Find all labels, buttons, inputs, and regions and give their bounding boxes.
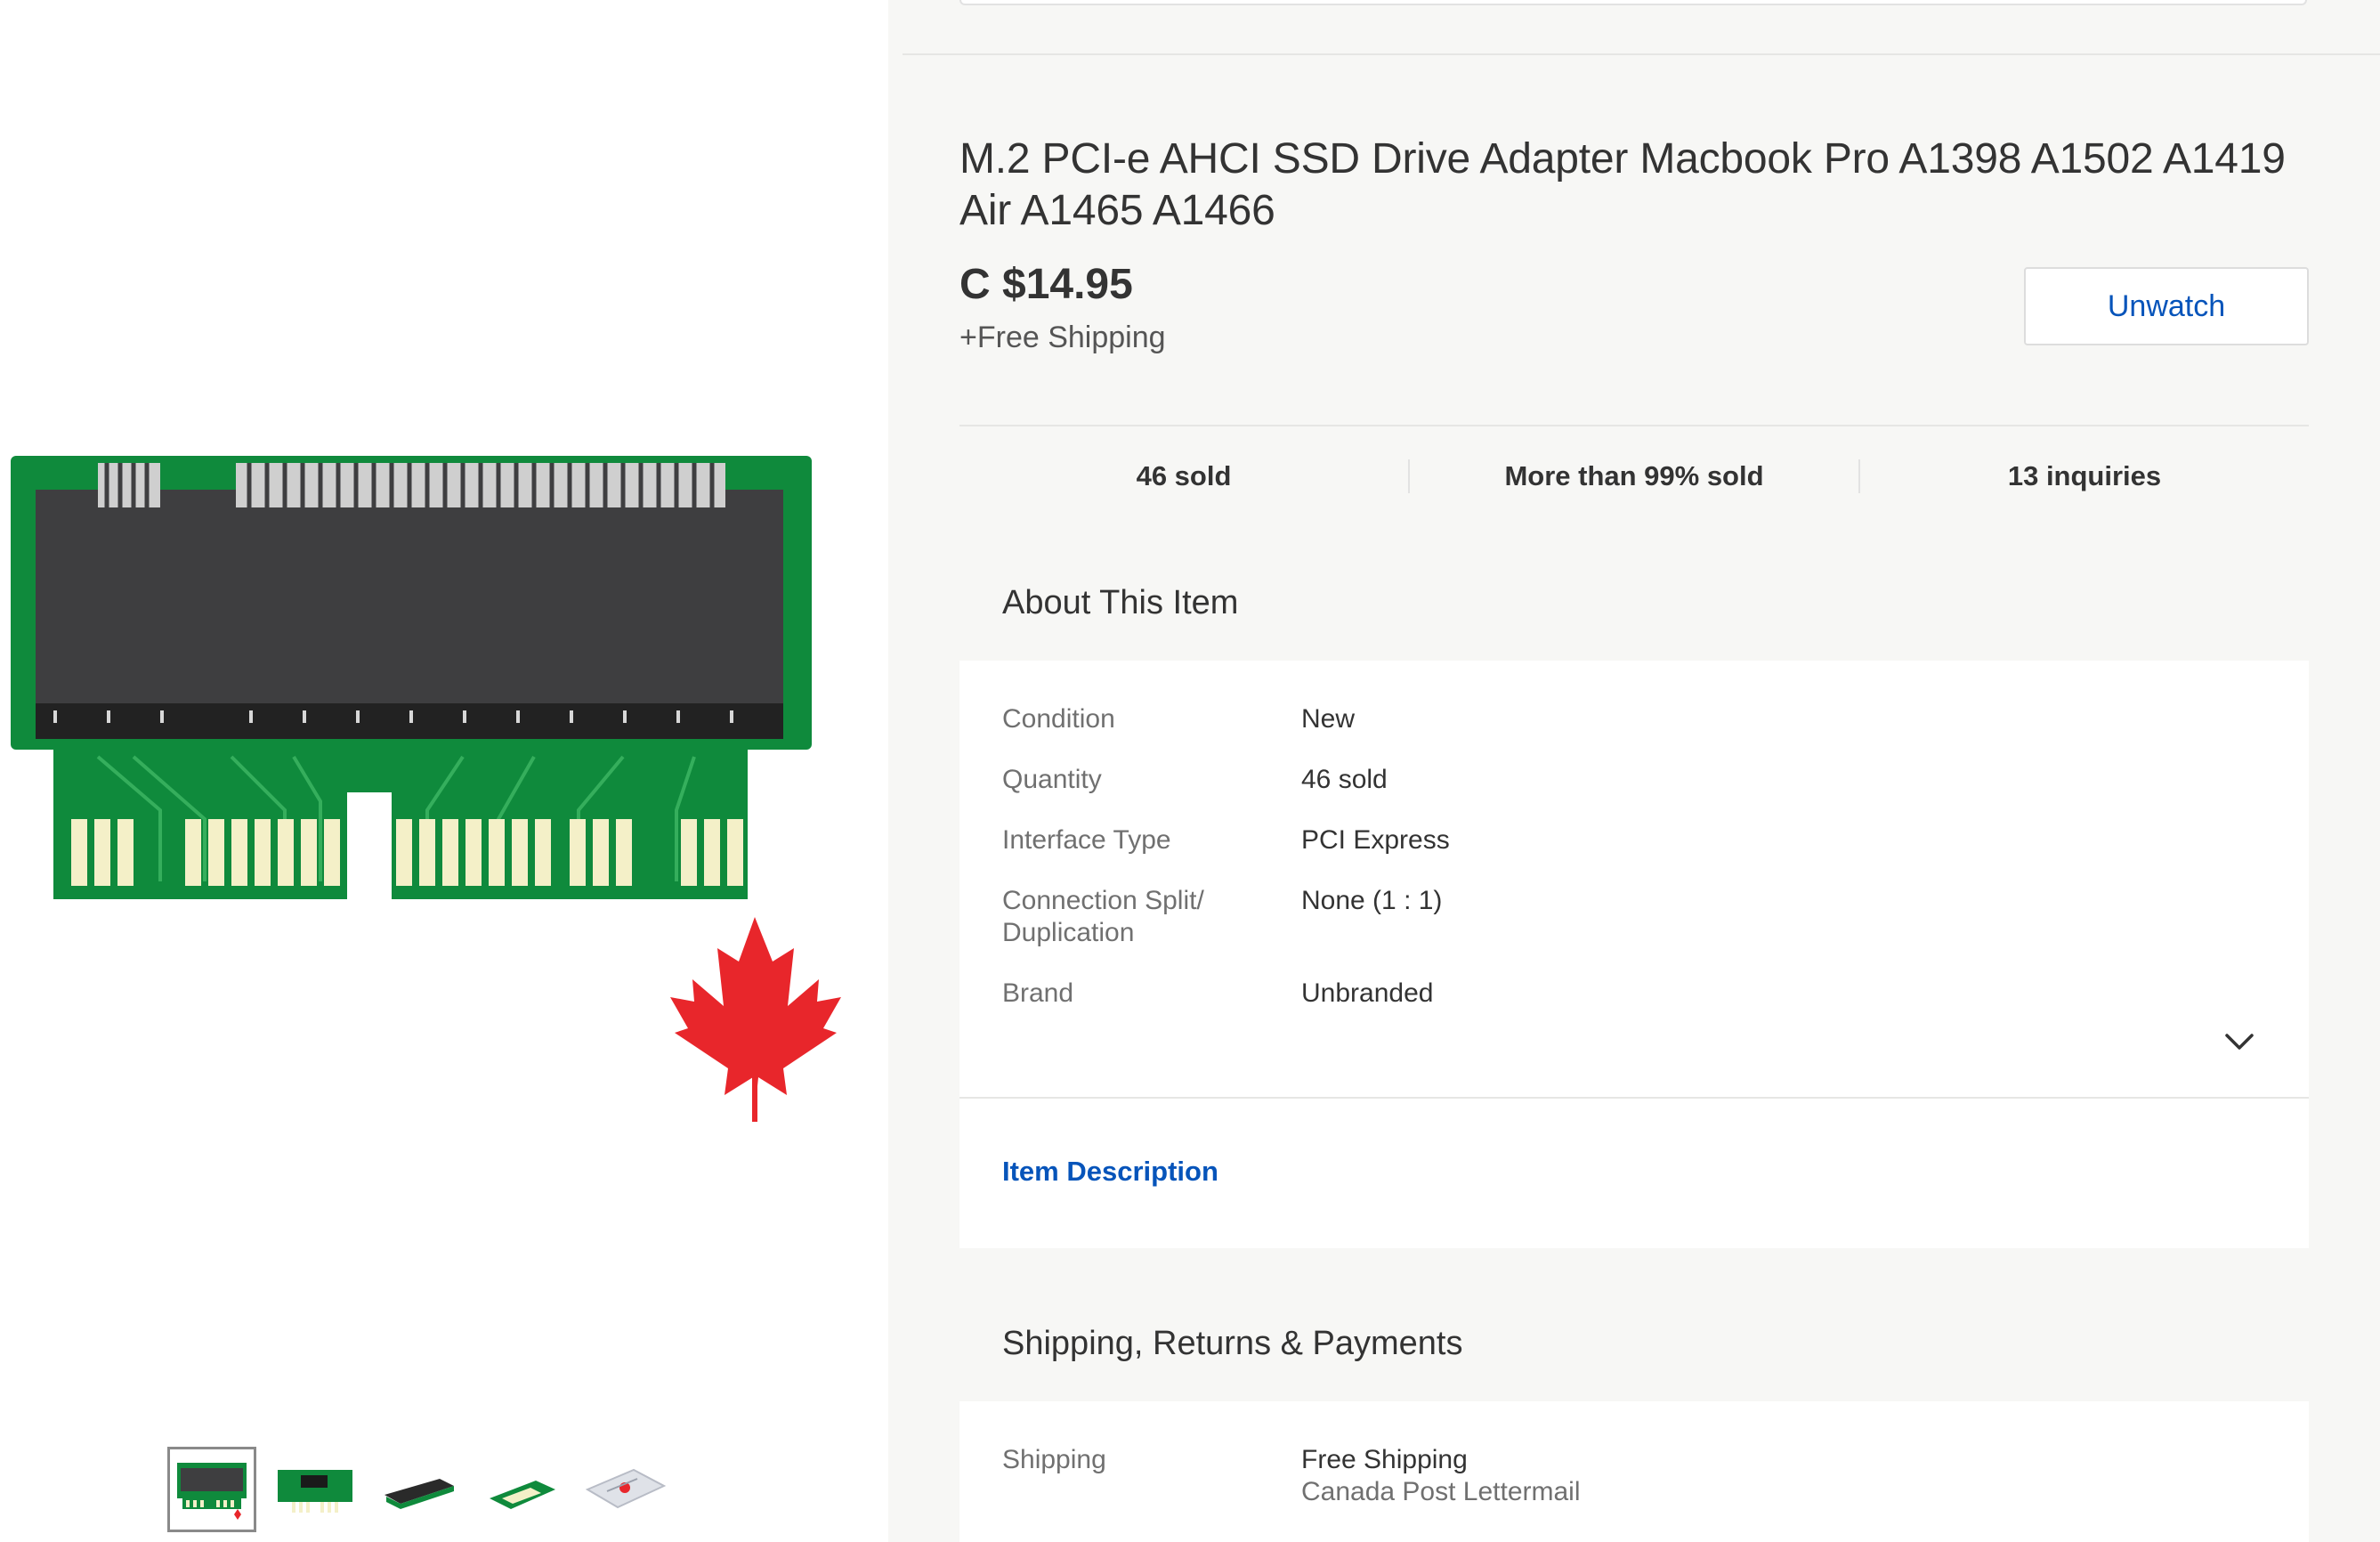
product-image[interactable] [0,436,881,1157]
shipping-carrier: Canada Post Lettermail [1301,1477,1581,1506]
thumbnail-1[interactable] [167,1447,256,1532]
spec-label: Connection Split/ Duplication [1002,886,1204,947]
thumbnail-4[interactable] [477,1447,566,1532]
spec-value: PCI Express [1301,825,1450,855]
shipping-note: +Free Shipping [959,321,1166,354]
divider [903,53,2380,55]
spec-row: Connection Split/ Duplication None (1 : … [1002,885,2248,949]
shipping-heading: Shipping, Returns & Payments [1002,1325,1463,1362]
shipping-card: Shipping Free Shipping Canada Post Lette… [959,1401,2309,1542]
listing-stats: 46 sold More than 99% sold 13 inquiries [959,445,2309,507]
spec-row: Quantity 46 sold [1002,764,2248,796]
about-heading: About This Item [1002,584,1239,621]
listing-title: M.2 PCI-e AHCI SSD Drive Adapter Macbook… [959,135,2286,234]
item-specifics-card: Condition New Quantity 46 sold Interface… [959,661,2309,1248]
divider [959,1097,2309,1099]
chevron-down-icon[interactable] [2223,1026,2255,1058]
image-gallery [0,0,888,1542]
thumbnail-strip [167,1447,669,1536]
thumbnail-2[interactable] [271,1447,360,1532]
spec-label: Brand [1002,978,1074,1008]
spec-row: Interface Type PCI Express [1002,824,2248,856]
listing-detail: M.2 PCI-e AHCI SSD Drive Adapter Macbook… [888,0,2380,1542]
spec-value: None (1 : 1) [1301,886,1443,915]
price: C $14.95 [959,261,1133,308]
thumbnail-5[interactable] [580,1447,669,1532]
shipping-row: Shipping Free Shipping Canada Post Lette… [1002,1444,2248,1508]
spec-label: Interface Type [1002,825,1171,855]
shipping-details: Free Shipping Canada Post Lettermail [1301,1444,1581,1508]
thumbnail-3[interactable] [374,1447,463,1532]
shipping-label: Shipping [1002,1445,1106,1474]
spec-label: Condition [1002,704,1115,734]
spec-row: Brand Unbranded [1002,978,2248,1010]
top-panel-edge [959,0,2307,5]
spec-value: 46 sold [1301,765,1388,794]
inquiries-count: 13 inquiries [2007,460,2162,491]
spec-row: Condition New [1002,703,2248,735]
spec-label: Quantity [1002,765,1102,794]
spec-value: Unbranded [1301,978,1434,1008]
shipping-value: Free Shipping [1301,1445,1468,1474]
unwatch-button[interactable]: Unwatch [2024,267,2309,345]
sold-count: 46 sold [1136,460,1232,491]
maple-leaf-icon [670,917,841,1122]
item-description-link[interactable]: Item Description [1002,1156,1218,1188]
divider [959,425,2309,426]
sell-through: More than 99% sold [1504,460,1764,491]
spec-value: New [1301,704,1356,734]
